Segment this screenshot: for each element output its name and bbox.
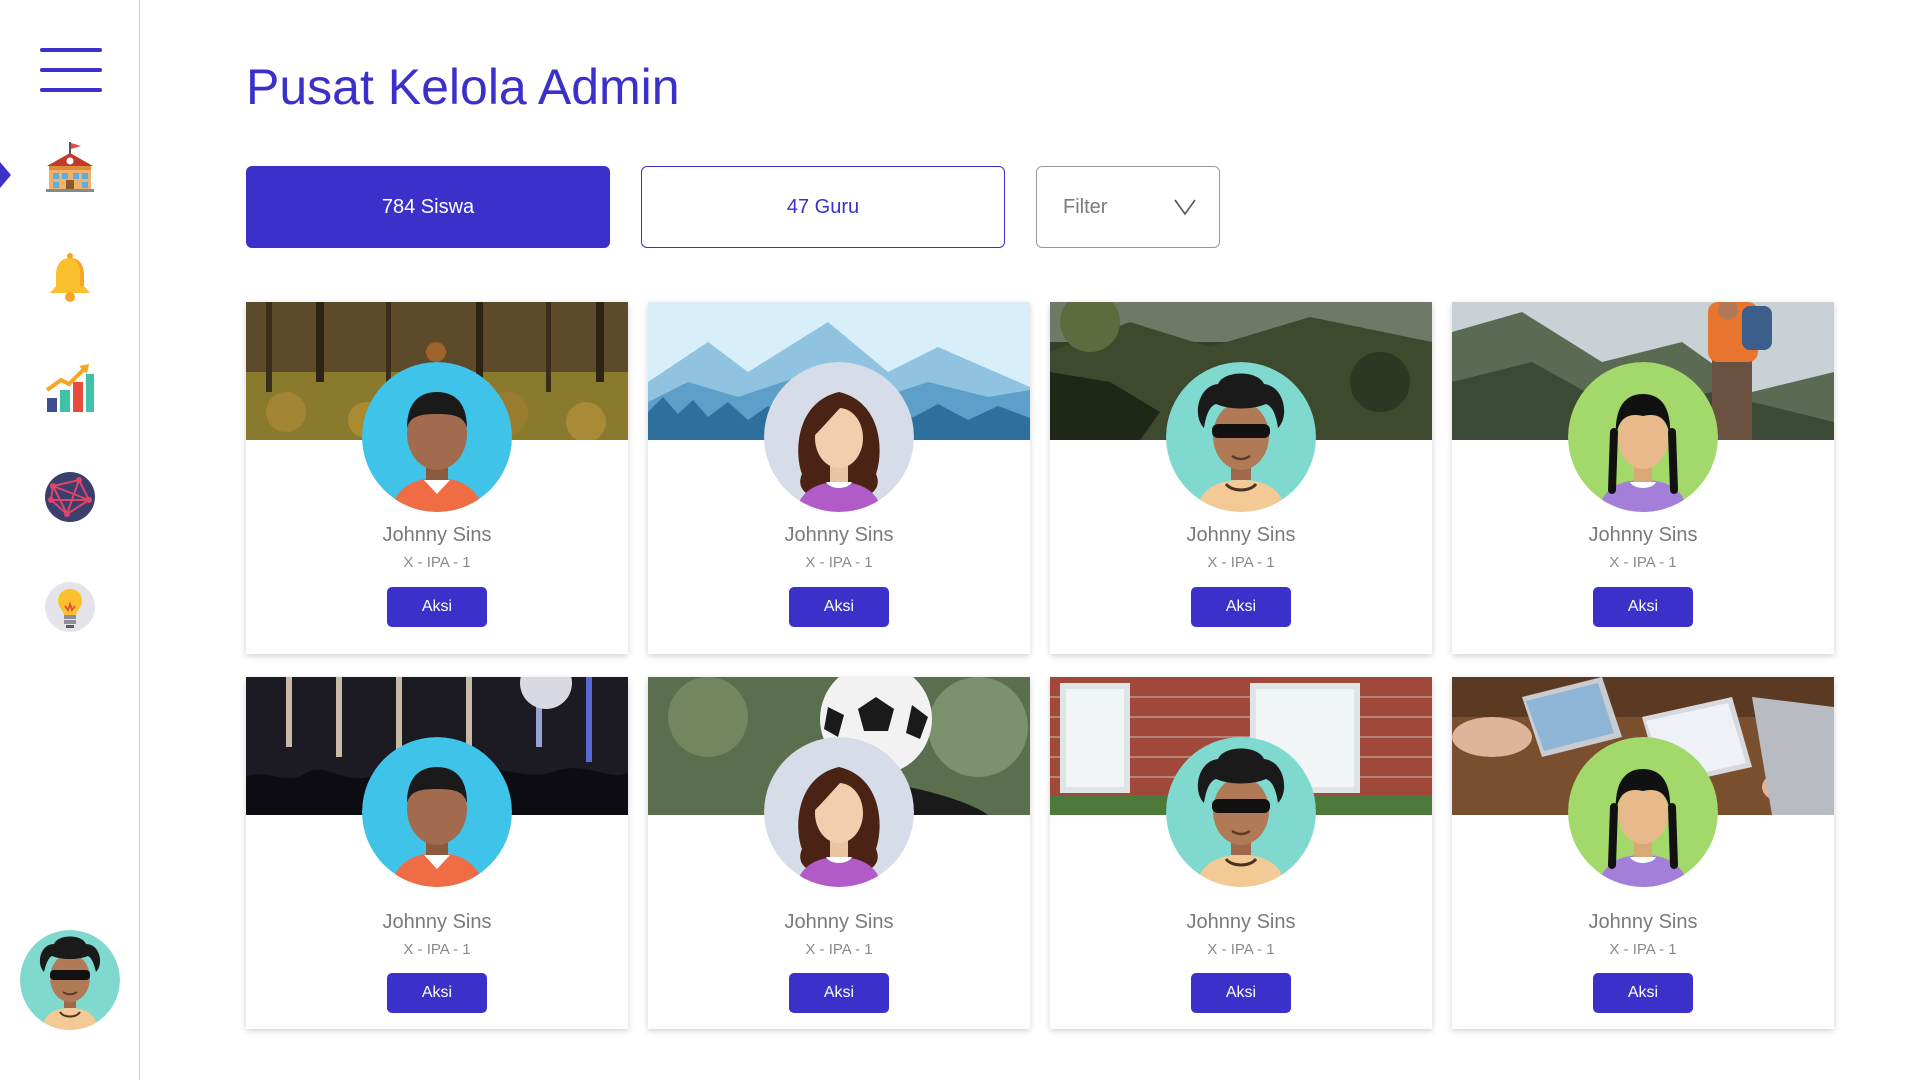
student-card: Johnny Sins X - IPA - 1 Aksi [1050,302,1432,654]
student-avatar [362,362,512,512]
action-button[interactable]: Aksi [1191,973,1291,1013]
chart-icon [45,364,94,412]
sidebar-item-statistics[interactable] [43,360,97,414]
student-card: Johnny Sins X - IPA - 1 Aksi [1452,677,1834,1029]
student-card: Johnny Sins X - IPA - 1 Aksi [648,302,1030,654]
active-indicator [0,162,11,188]
action-button[interactable]: Aksi [1191,587,1291,627]
student-name: Johnny Sins [784,911,894,933]
student-class: X - IPA - 1 [1609,554,1677,571]
network-icon [45,472,95,522]
sidebar [0,0,140,1080]
student-avatar [764,362,914,512]
profile-avatar[interactable] [20,930,120,1030]
sidebar-item-network[interactable] [43,470,97,524]
tab-teachers[interactable]: 47 Guru [641,166,1005,248]
student-name: Johnny Sins [1186,524,1296,546]
student-name: Johnny Sins [1588,524,1698,546]
student-avatar [1166,737,1316,887]
student-name: Johnny Sins [382,524,492,546]
tab-students[interactable]: 784 Siswa [246,166,610,248]
student-class: X - IPA - 1 [1609,941,1677,958]
student-avatar [362,737,512,887]
student-card: Johnny Sins X - IPA - 1 Aksi [1452,302,1834,654]
student-class: X - IPA - 1 [805,554,873,571]
sidebar-item-school[interactable] [43,140,97,194]
student-card: Johnny Sins X - IPA - 1 Aksi [246,302,628,654]
student-class: X - IPA - 1 [403,554,471,571]
student-name: Johnny Sins [382,911,492,933]
filter-dropdown[interactable]: Filter [1036,166,1220,248]
student-avatar [1166,362,1316,512]
action-button[interactable]: Aksi [1593,587,1693,627]
student-class: X - IPA - 1 [1207,554,1275,571]
action-button[interactable]: Aksi [789,587,889,627]
student-card: Johnny Sins X - IPA - 1 Aksi [1050,677,1432,1029]
student-name: Johnny Sins [1588,911,1698,933]
school-icon [46,142,94,192]
student-card: Johnny Sins X - IPA - 1 Aksi [246,677,628,1029]
chevron-down-icon [1174,199,1196,216]
student-name: Johnny Sins [1186,911,1296,933]
action-button[interactable]: Aksi [387,587,487,627]
lightbulb-icon [45,582,95,632]
student-avatar [1568,362,1718,512]
sidebar-item-ideas[interactable] [43,580,97,634]
student-avatar [764,737,914,887]
bell-icon [50,253,90,302]
student-card: Johnny Sins X - IPA - 1 Aksi [648,677,1030,1029]
action-button[interactable]: Aksi [789,973,889,1013]
student-class: X - IPA - 1 [403,941,471,958]
student-class: X - IPA - 1 [805,941,873,958]
action-button[interactable]: Aksi [1593,973,1693,1013]
student-name: Johnny Sins [784,524,894,546]
student-class: X - IPA - 1 [1207,941,1275,958]
student-avatar [1568,737,1718,887]
page-title: Pusat Kelola Admin [246,59,680,115]
action-button[interactable]: Aksi [387,973,487,1013]
filter-label: Filter [1063,195,1108,218]
sidebar-item-notifications[interactable] [43,250,97,304]
menu-icon[interactable] [40,48,102,92]
